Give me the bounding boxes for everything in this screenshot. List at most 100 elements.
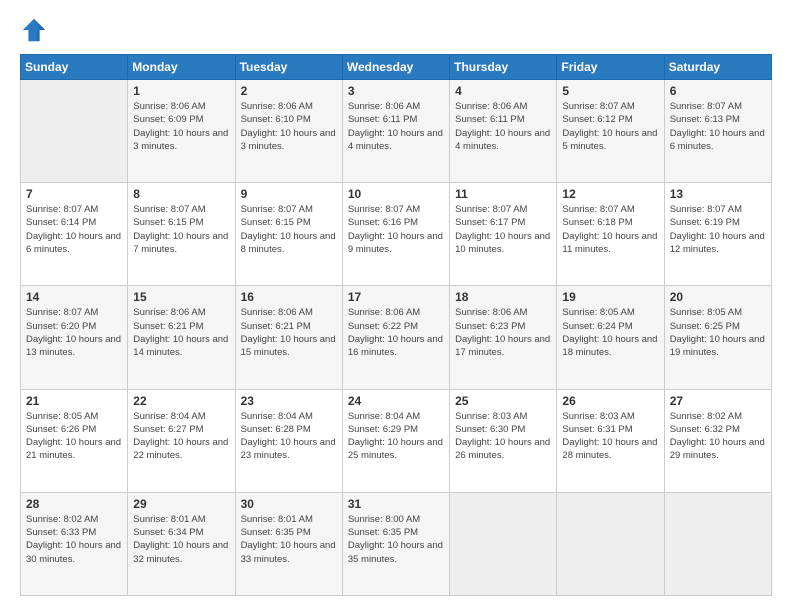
day-number: 19 bbox=[562, 290, 658, 304]
day-number: 17 bbox=[348, 290, 444, 304]
page: SundayMondayTuesdayWednesdayThursdayFrid… bbox=[0, 0, 792, 612]
day-info: Sunrise: 8:07 AM Sunset: 6:13 PM Dayligh… bbox=[670, 100, 766, 153]
day-info: Sunrise: 8:07 AM Sunset: 6:18 PM Dayligh… bbox=[562, 203, 658, 256]
day-cell: 12 Sunrise: 8:07 AM Sunset: 6:18 PM Dayli… bbox=[557, 183, 664, 286]
day-info: Sunrise: 8:02 AM Sunset: 6:33 PM Dayligh… bbox=[26, 513, 122, 566]
weekday-header-friday: Friday bbox=[557, 55, 664, 80]
day-info: Sunrise: 8:05 AM Sunset: 6:26 PM Dayligh… bbox=[26, 410, 122, 463]
day-cell: 14 Sunrise: 8:07 AM Sunset: 6:20 PM Dayli… bbox=[21, 286, 128, 389]
weekday-header-tuesday: Tuesday bbox=[235, 55, 342, 80]
week-row-4: 28Sunrise: 8:02 AM Sunset: 6:33 PM Dayli… bbox=[21, 492, 772, 595]
day-number: 21 bbox=[26, 394, 122, 408]
week-row-1: 7 Sunrise: 8:07 AM Sunset: 6:14 PM Daylig… bbox=[21, 183, 772, 286]
day-cell: 3 Sunrise: 8:06 AM Sunset: 6:11 PM Daylig… bbox=[342, 80, 449, 183]
day-info: Sunrise: 8:06 AM Sunset: 6:11 PM Dayligh… bbox=[348, 100, 444, 153]
day-cell: 18 Sunrise: 8:06 AM Sunset: 6:23 PM Dayli… bbox=[450, 286, 557, 389]
day-number: 31 bbox=[348, 497, 444, 511]
day-number: 18 bbox=[455, 290, 551, 304]
day-number: 6 bbox=[670, 84, 766, 98]
day-number: 4 bbox=[455, 84, 551, 98]
day-number: 10 bbox=[348, 187, 444, 201]
day-info: Sunrise: 8:05 AM Sunset: 6:24 PM Dayligh… bbox=[562, 306, 658, 359]
day-number: 14 bbox=[26, 290, 122, 304]
day-number: 20 bbox=[670, 290, 766, 304]
day-info: Sunrise: 8:05 AM Sunset: 6:25 PM Dayligh… bbox=[670, 306, 766, 359]
weekday-header-thursday: Thursday bbox=[450, 55, 557, 80]
day-cell: 11 Sunrise: 8:07 AM Sunset: 6:17 PM Dayli… bbox=[450, 183, 557, 286]
day-number: 9 bbox=[241, 187, 337, 201]
day-number: 25 bbox=[455, 394, 551, 408]
day-cell: 31Sunrise: 8:00 AM Sunset: 6:35 PM Dayli… bbox=[342, 492, 449, 595]
day-number: 11 bbox=[455, 187, 551, 201]
day-cell: 23 Sunrise: 8:04 AM Sunset: 6:28 PM Dayli… bbox=[235, 389, 342, 492]
day-cell bbox=[557, 492, 664, 595]
day-number: 23 bbox=[241, 394, 337, 408]
day-number: 22 bbox=[133, 394, 229, 408]
day-info: Sunrise: 8:07 AM Sunset: 6:15 PM Dayligh… bbox=[133, 203, 229, 256]
logo-icon bbox=[20, 16, 48, 44]
day-info: Sunrise: 8:07 AM Sunset: 6:20 PM Dayligh… bbox=[26, 306, 122, 359]
week-row-3: 21 Sunrise: 8:05 AM Sunset: 6:26 PM Dayli… bbox=[21, 389, 772, 492]
day-number: 7 bbox=[26, 187, 122, 201]
day-number: 12 bbox=[562, 187, 658, 201]
day-cell: 16 Sunrise: 8:06 AM Sunset: 6:21 PM Dayli… bbox=[235, 286, 342, 389]
day-number: 8 bbox=[133, 187, 229, 201]
header bbox=[20, 16, 772, 44]
day-number: 13 bbox=[670, 187, 766, 201]
weekday-header-sunday: Sunday bbox=[21, 55, 128, 80]
day-info: Sunrise: 8:07 AM Sunset: 6:15 PM Dayligh… bbox=[241, 203, 337, 256]
day-info: Sunrise: 8:06 AM Sunset: 6:23 PM Dayligh… bbox=[455, 306, 551, 359]
day-cell: 27Sunrise: 8:02 AM Sunset: 6:32 PM Dayli… bbox=[664, 389, 771, 492]
day-cell: 7 Sunrise: 8:07 AM Sunset: 6:14 PM Daylig… bbox=[21, 183, 128, 286]
day-cell: 21 Sunrise: 8:05 AM Sunset: 6:26 PM Dayli… bbox=[21, 389, 128, 492]
day-number: 5 bbox=[562, 84, 658, 98]
day-info: Sunrise: 8:07 AM Sunset: 6:17 PM Dayligh… bbox=[455, 203, 551, 256]
weekday-header-saturday: Saturday bbox=[664, 55, 771, 80]
day-info: Sunrise: 8:03 AM Sunset: 6:31 PM Dayligh… bbox=[562, 410, 658, 463]
day-number: 1 bbox=[133, 84, 229, 98]
day-info: Sunrise: 8:06 AM Sunset: 6:10 PM Dayligh… bbox=[241, 100, 337, 153]
day-number: 26 bbox=[562, 394, 658, 408]
day-info: Sunrise: 8:07 AM Sunset: 6:16 PM Dayligh… bbox=[348, 203, 444, 256]
day-cell: 10 Sunrise: 8:07 AM Sunset: 6:16 PM Dayli… bbox=[342, 183, 449, 286]
weekday-header-wednesday: Wednesday bbox=[342, 55, 449, 80]
day-info: Sunrise: 8:06 AM Sunset: 6:11 PM Dayligh… bbox=[455, 100, 551, 153]
day-number: 30 bbox=[241, 497, 337, 511]
day-cell: 4 Sunrise: 8:06 AM Sunset: 6:11 PM Daylig… bbox=[450, 80, 557, 183]
day-info: Sunrise: 8:07 AM Sunset: 6:14 PM Dayligh… bbox=[26, 203, 122, 256]
day-number: 2 bbox=[241, 84, 337, 98]
day-cell: 24Sunrise: 8:04 AM Sunset: 6:29 PM Dayli… bbox=[342, 389, 449, 492]
weekday-header-monday: Monday bbox=[128, 55, 235, 80]
day-cell: 20 Sunrise: 8:05 AM Sunset: 6:25 PM Dayli… bbox=[664, 286, 771, 389]
day-number: 29 bbox=[133, 497, 229, 511]
week-row-2: 14 Sunrise: 8:07 AM Sunset: 6:20 PM Dayli… bbox=[21, 286, 772, 389]
day-cell: 19 Sunrise: 8:05 AM Sunset: 6:24 PM Dayli… bbox=[557, 286, 664, 389]
day-info: Sunrise: 8:01 AM Sunset: 6:34 PM Dayligh… bbox=[133, 513, 229, 566]
day-info: Sunrise: 8:03 AM Sunset: 6:30 PM Dayligh… bbox=[455, 410, 551, 463]
day-info: Sunrise: 8:07 AM Sunset: 6:12 PM Dayligh… bbox=[562, 100, 658, 153]
day-number: 3 bbox=[348, 84, 444, 98]
day-cell: 29 Sunrise: 8:01 AM Sunset: 6:34 PM Dayli… bbox=[128, 492, 235, 595]
day-cell bbox=[450, 492, 557, 595]
week-row-0: 1Sunrise: 8:06 AM Sunset: 6:09 PM Daylig… bbox=[21, 80, 772, 183]
day-cell: 25 Sunrise: 8:03 AM Sunset: 6:30 PM Dayli… bbox=[450, 389, 557, 492]
day-info: Sunrise: 8:07 AM Sunset: 6:19 PM Dayligh… bbox=[670, 203, 766, 256]
day-number: 15 bbox=[133, 290, 229, 304]
day-info: Sunrise: 8:06 AM Sunset: 6:21 PM Dayligh… bbox=[133, 306, 229, 359]
day-cell: 8 Sunrise: 8:07 AM Sunset: 6:15 PM Daylig… bbox=[128, 183, 235, 286]
day-number: 16 bbox=[241, 290, 337, 304]
day-info: Sunrise: 8:04 AM Sunset: 6:28 PM Dayligh… bbox=[241, 410, 337, 463]
day-cell: 28Sunrise: 8:02 AM Sunset: 6:33 PM Dayli… bbox=[21, 492, 128, 595]
day-cell: 30 Sunrise: 8:01 AM Sunset: 6:35 PM Dayli… bbox=[235, 492, 342, 595]
day-info: Sunrise: 8:06 AM Sunset: 6:21 PM Dayligh… bbox=[241, 306, 337, 359]
weekday-header-row: SundayMondayTuesdayWednesdayThursdayFrid… bbox=[21, 55, 772, 80]
day-info: Sunrise: 8:01 AM Sunset: 6:35 PM Dayligh… bbox=[241, 513, 337, 566]
calendar-table: SundayMondayTuesdayWednesdayThursdayFrid… bbox=[20, 54, 772, 596]
day-cell: 2 Sunrise: 8:06 AM Sunset: 6:10 PM Daylig… bbox=[235, 80, 342, 183]
day-cell: 13 Sunrise: 8:07 AM Sunset: 6:19 PM Dayli… bbox=[664, 183, 771, 286]
day-cell: 17Sunrise: 8:06 AM Sunset: 6:22 PM Dayli… bbox=[342, 286, 449, 389]
logo bbox=[20, 16, 52, 44]
day-number: 24 bbox=[348, 394, 444, 408]
day-cell: 5 Sunrise: 8:07 AM Sunset: 6:12 PM Daylig… bbox=[557, 80, 664, 183]
day-info: Sunrise: 8:02 AM Sunset: 6:32 PM Dayligh… bbox=[670, 410, 766, 463]
